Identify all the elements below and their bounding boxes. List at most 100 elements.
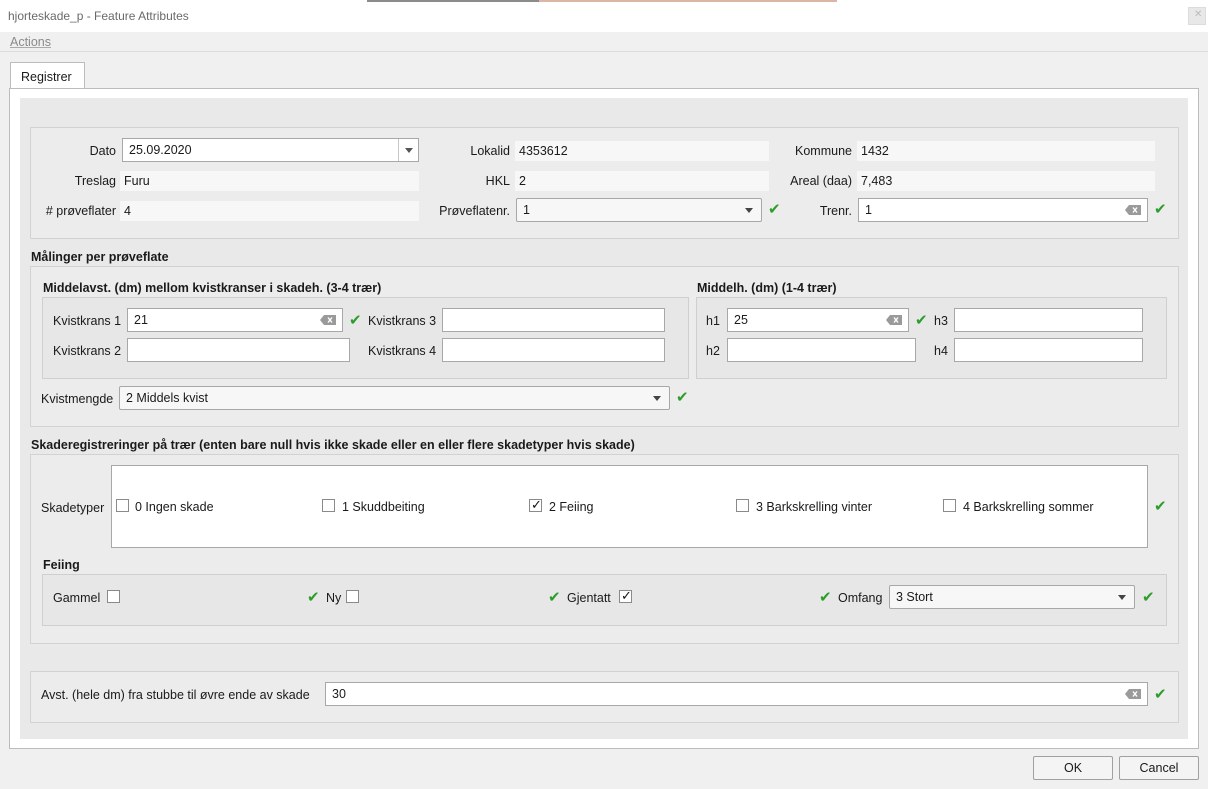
kvist-title: Middelavst. (dm) mellom kvistkranser i s… [43,281,382,295]
kvistmengde-valid-icon: ✔ [676,389,689,406]
trenr-value: 1 [865,203,872,217]
h2-field[interactable] [727,338,916,362]
h1-label: h1 [706,314,720,328]
close-window-button[interactable]: ✕ [1188,7,1206,25]
kk1-valid-icon: ✔ [349,312,362,329]
chevron-down-icon [745,208,753,213]
chevron-down-icon [1118,595,1126,600]
omfang-label: Omfang [838,591,883,605]
skadetype-checkbox-3[interactable] [736,499,749,512]
lokalid-value: 4353612 [515,141,769,161]
kk3-label: Kvistkrans 3 [368,314,437,328]
hkl-value: 2 [515,171,769,191]
h1-field[interactable]: 25 [727,308,909,332]
kk2-label: Kvistkrans 2 [53,344,122,358]
skadetyper-label: Skadetyper [41,501,105,515]
h1-value: 25 [734,313,748,327]
h3-label: h3 [934,314,948,328]
ok-button[interactable]: OK [1033,756,1113,780]
kvistmengde-select[interactable]: 2 Middels kvist [119,386,670,410]
skadetyper-valid-icon: ✔ [1154,498,1167,515]
provflater-value: 4 [120,201,419,221]
avst-field[interactable]: 30 [325,682,1148,706]
trenr-field[interactable]: 1 [858,198,1148,222]
skade-title: Skaderegistreringer på trær (enten bare … [31,438,635,452]
h3-field[interactable] [954,308,1143,332]
gjentatt-label: Gjentatt [567,591,611,605]
ny-valid-icon: ✔ [548,589,561,606]
h4-label: h4 [934,344,948,358]
skadetype-label-2: 2 Feiing [549,500,594,514]
ny-checkbox[interactable] [346,590,359,603]
avst-value: 30 [332,687,346,701]
skadetype-label-0: 0 Ingen skade [135,500,214,514]
gammel-checkbox[interactable] [107,590,120,603]
dato-label: Dato [89,144,116,158]
clear-icon[interactable] [1125,689,1141,699]
gammel-label: Gammel [53,591,101,605]
kvistmengde-value: 2 Middels kvist [126,391,208,405]
treslag-label: Treslag [74,174,116,188]
h4-field[interactable] [954,338,1143,362]
proveflatenr-label: Prøveflatenr. [439,204,510,218]
title-bar-top-strip-accent [539,0,837,2]
kk2-field[interactable] [127,338,350,362]
omfang-valid-icon: ✔ [1142,589,1155,606]
proveflatenr-select[interactable]: 1 [516,198,762,222]
skadetype-checkbox-2[interactable] [529,497,542,513]
avst-label: Avst. (hele dm) fra stubbe til øvre ende… [41,688,310,702]
feiing-title: Feiing [43,558,80,572]
skadetype-checkbox-4[interactable] [943,499,956,512]
clear-icon[interactable] [1125,205,1141,215]
omfang-value: 3 Stort [896,590,933,604]
clear-icon[interactable] [886,315,902,325]
lokalid-label: Lokalid [470,144,510,158]
gammel-valid-icon: ✔ [307,589,320,606]
kk4-label: Kvistkrans 4 [368,344,437,358]
menu-divider [0,51,1208,52]
kk3-field[interactable] [442,308,665,332]
chevron-down-icon [653,396,661,401]
kvistmengde-label: Kvistmengde [41,392,114,406]
gjentatt-valid-icon: ✔ [819,589,832,606]
avst-valid-icon: ✔ [1154,686,1167,703]
dato-field[interactable]: 25.09.2020 [122,138,419,162]
dato-dropdown-button[interactable] [398,139,418,161]
cancel-button[interactable]: Cancel [1119,756,1199,780]
areal-value: 7,483 [857,171,1155,191]
chevron-down-icon [405,148,413,153]
kk1-field[interactable]: 21 [127,308,343,332]
kommune-value: 1432 [857,141,1155,161]
proveflatenr-value: 1 [523,203,530,217]
kommune-label: Kommune [795,144,852,158]
window-title: hjorteskade_p - Feature Attributes [8,9,189,23]
trenr-valid-icon: ✔ [1154,201,1167,218]
tab-registrer[interactable]: Registrer [10,62,85,89]
kk1-value: 21 [134,313,148,327]
clear-icon[interactable] [320,315,336,325]
omfang-select[interactable]: 3 Stort [889,585,1135,609]
h1-valid-icon: ✔ [915,312,928,329]
provflater-label: # prøveflater [45,204,116,218]
gjentatt-checkbox[interactable] [619,588,632,604]
treslag-value: Furu [120,171,419,191]
trenr-label: Trenr. [819,204,852,218]
skadetype-label-1: 1 Skuddbeiting [342,500,425,514]
skadetype-label-4: 4 Barkskrelling sommer [963,500,1094,514]
kk4-field[interactable] [442,338,665,362]
title-bar-top-strip [367,0,539,2]
h2-label: h2 [706,344,720,358]
close-icon: ✕ [1194,9,1203,20]
kk1-label: Kvistkrans 1 [53,314,122,328]
malinger-title: Målinger per prøveflate [31,250,169,264]
ny-label: Ny [326,591,342,605]
menu-actions[interactable]: Actions [10,34,51,50]
skadetype-label-3: 3 Barkskrelling vinter [756,500,873,514]
areal-label: Areal (daa) [790,174,852,188]
skadetype-checkbox-0[interactable] [116,499,129,512]
dato-value: 25.09.2020 [129,143,192,157]
hkl-label: HKL [485,174,510,188]
skadetype-checkbox-1[interactable] [322,499,335,512]
tab-registrer-label: Registrer [21,70,72,84]
middelh-title: Middelh. (dm) (1-4 trær) [697,281,837,295]
